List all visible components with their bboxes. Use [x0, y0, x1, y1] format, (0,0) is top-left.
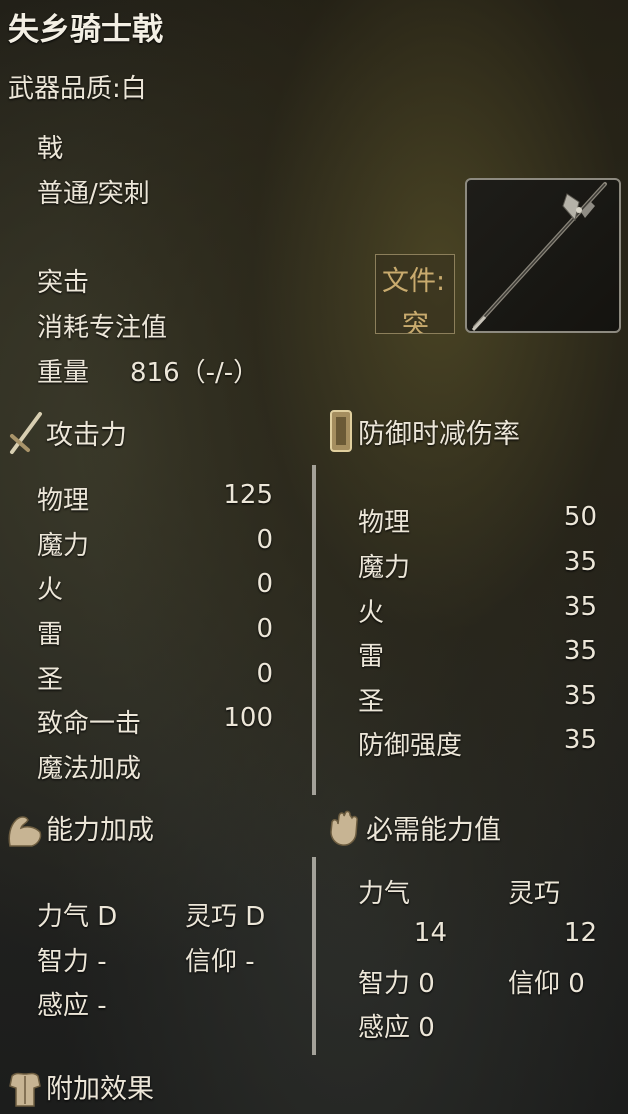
scaling-faith: 信仰 - [185, 947, 255, 977]
skill-name: 突击 [37, 268, 90, 298]
requirement-intelligence: 智力 0 [358, 969, 435, 999]
attack-value-holy: 0 [256, 659, 273, 689]
open-hand-icon [330, 810, 358, 846]
passive-effects-header: 附加效果 [46, 1074, 154, 1105]
attack-label-fire: 火 [37, 575, 64, 605]
attack-label-lightning: 雷 [37, 620, 64, 650]
scaling-dexterity: 灵巧 D [185, 902, 266, 932]
guard-value-fire: 35 [563, 592, 597, 622]
guard-label-holy: 圣 [358, 687, 385, 717]
attack-value-critical: 100 [223, 703, 273, 733]
weapon-thumbnail [465, 178, 621, 333]
attack-label-physical: 物理 [37, 486, 90, 516]
guard-value-holy: 35 [563, 681, 597, 711]
armor-icon [9, 1072, 41, 1107]
requirement-dexterity-value: 12 [563, 918, 597, 948]
item-name: 失乡骑士戟 [8, 12, 163, 48]
scaling-intelligence: 智力 - [37, 947, 107, 977]
requirement-strength-value: 14 [413, 918, 447, 948]
scaling-strength: 力气 D [37, 902, 118, 932]
weapon-type: 戟 [37, 134, 64, 164]
requirement-dexterity-label: 灵巧 [508, 879, 561, 909]
guard-label-lightning: 雷 [358, 642, 385, 672]
guard-label-fire: 火 [358, 598, 385, 628]
guard-label-magic: 魔力 [358, 553, 411, 583]
attack-label-holy: 圣 [37, 665, 64, 695]
halberd-image [471, 182, 607, 332]
attack-label-spell-buff: 魔法加成 [37, 754, 142, 784]
damage-type: 普通/突刺 [37, 179, 150, 209]
requirement-arcane: 感应 0 [358, 1013, 435, 1043]
guard-value-magic: 35 [563, 547, 597, 577]
column-divider [312, 465, 316, 795]
column-divider-lower [312, 857, 316, 1055]
required-attributes-header: 必需能力值 [366, 815, 501, 846]
attack-power-header: 攻击力 [46, 420, 127, 451]
scaling-arcane: 感应 - [37, 991, 107, 1021]
weapon-quality: 武器品质:白 [8, 74, 147, 104]
attack-label-magic: 魔力 [37, 531, 90, 561]
file-tag: 文件: 突 [375, 254, 455, 334]
file-tag-value: 突 [402, 310, 429, 334]
guard-label-boost: 防御强度 [358, 731, 463, 761]
guard-value-physical: 50 [563, 502, 597, 532]
guard-value-lightning: 35 [563, 636, 597, 666]
flexed-arm-icon [8, 816, 42, 847]
weight-label: 重量 [37, 358, 90, 388]
attribute-scaling-header: 能力加成 [46, 815, 154, 846]
attack-value-fire: 0 [256, 569, 273, 599]
guard-header: 防御时减伤率 [358, 419, 520, 450]
attack-value-lightning: 0 [256, 614, 273, 644]
guard-value-boost: 35 [563, 725, 597, 755]
sword-icon [10, 412, 42, 454]
requirement-strength-label: 力气 [358, 879, 411, 909]
attack-value-physical: 125 [223, 480, 273, 510]
attack-label-critical: 致命一击 [37, 709, 142, 739]
weight-value: 816（-/-） [130, 358, 260, 388]
fp-cost: 消耗专注值 [37, 313, 168, 343]
requirement-faith: 信仰 0 [508, 969, 585, 999]
file-tag-label: 文件: [382, 266, 446, 297]
attack-value-magic: 0 [256, 525, 273, 555]
guard-label-physical: 物理 [358, 508, 411, 538]
shield-icon [330, 410, 352, 452]
